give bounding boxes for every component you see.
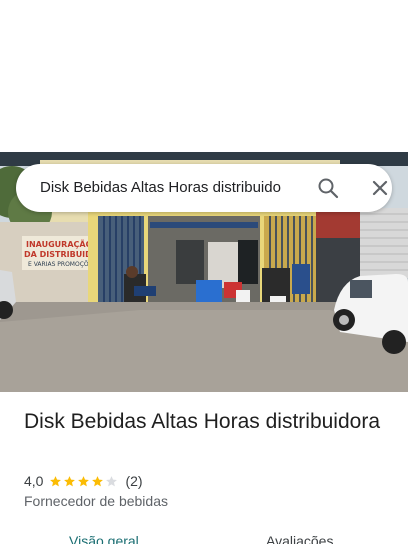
star-filled-icon [78, 475, 90, 486]
sign-line-3: E VARIAS PROMOÇÕES [28, 261, 96, 268]
rating-row[interactable]: 4,0 (2) [24, 472, 143, 490]
star-filled-icon [64, 475, 76, 486]
search-input[interactable]: Disk Bebidas Altas Horas distribuido [40, 164, 304, 212]
star-empty-icon [106, 475, 118, 486]
tab-overview[interactable]: Visão geral [69, 532, 139, 544]
close-icon[interactable] [368, 176, 392, 200]
rating-value: 4,0 [24, 473, 44, 489]
place-title: Disk Bebidas Altas Horas distribuidora [24, 410, 380, 433]
sign-line-1: INAUGURAÇÃO [26, 239, 93, 249]
place-category: Fornecedor de bebidas [24, 493, 168, 509]
map-blank-area [0, 0, 408, 152]
star-rating [49, 475, 119, 488]
star-filled-icon [50, 475, 62, 486]
search-icon[interactable] [316, 176, 340, 200]
reviews-count[interactable]: (2) [125, 473, 142, 489]
star-filled-icon [92, 475, 104, 486]
search-bar[interactable]: Disk Bebidas Altas Horas distribuido [16, 164, 392, 212]
tab-reviews[interactable]: Avaliações [266, 532, 333, 544]
